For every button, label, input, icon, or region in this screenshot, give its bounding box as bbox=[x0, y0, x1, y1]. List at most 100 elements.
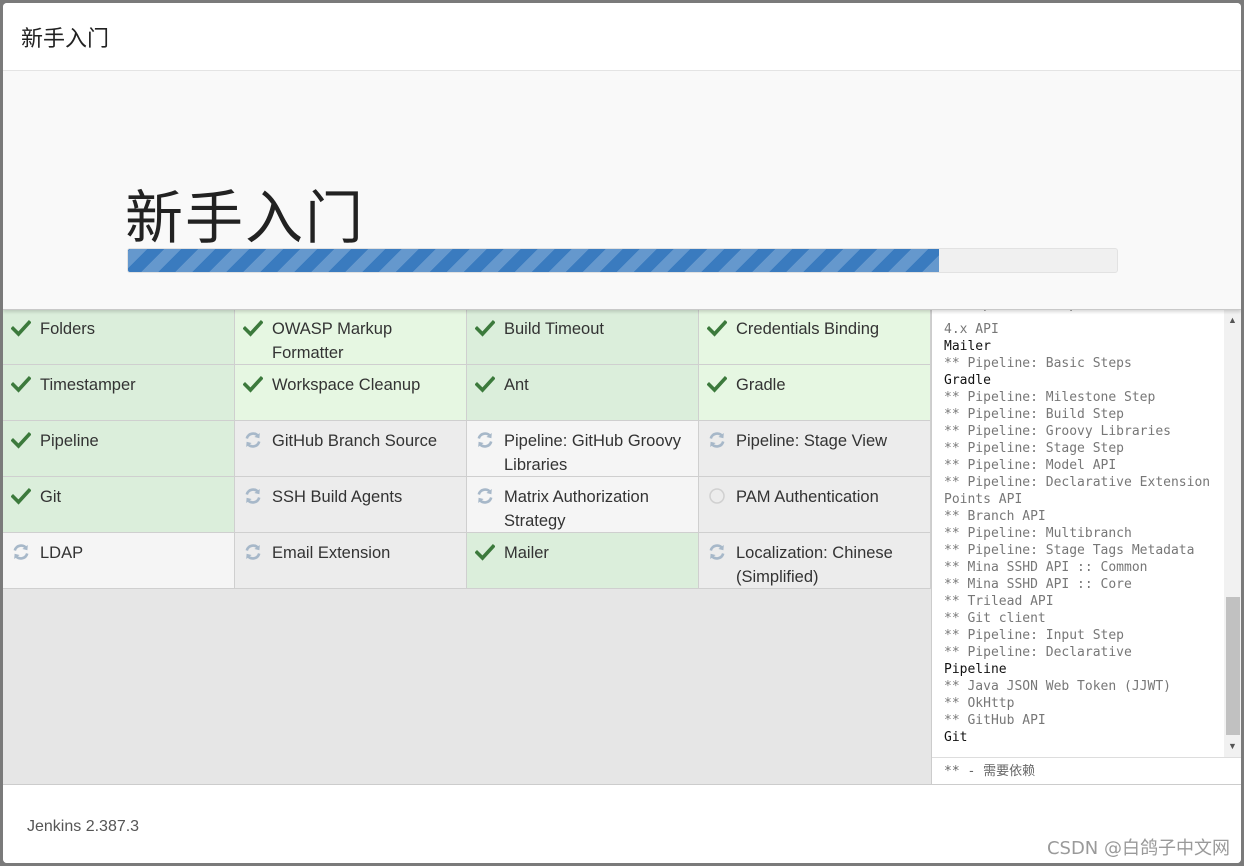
plugin-item: OWASP Markup Formatter bbox=[235, 309, 467, 365]
log-line: ** Pipeline: Declarative bbox=[944, 645, 1132, 660]
log-line: ** Pipeline: Groovy Libraries bbox=[944, 424, 1171, 439]
page-heading: 新手入门 bbox=[125, 184, 366, 252]
watermark: CSDN @白鸽子中文网 bbox=[1046, 838, 1230, 859]
hero-panel: 新手入门 bbox=[3, 71, 1241, 310]
log-line: ** OkHttp bbox=[944, 696, 1015, 711]
plugin-item: SSH Build Agents bbox=[235, 477, 467, 533]
refresh-icon bbox=[243, 542, 263, 562]
install-log-panel[interactable]: ** Pipeline: Step 4.x APIMailer** Pipeli… bbox=[931, 309, 1241, 784]
check-icon bbox=[10, 318, 32, 338]
log-line: ** Pipeline: Stage Step bbox=[944, 441, 1125, 456]
plugin-name: Build Timeout bbox=[504, 320, 604, 338]
check-icon bbox=[10, 430, 32, 450]
log-line: Mailer bbox=[944, 339, 991, 354]
plugin-name: Ant bbox=[504, 376, 529, 394]
scroll-up-icon[interactable]: ▲ bbox=[1228, 315, 1237, 325]
log-scrollbar[interactable]: ▲ ▼ bbox=[1224, 309, 1241, 757]
plugin-item: Mailer bbox=[467, 533, 699, 589]
plugin-item: PAM Authentication bbox=[699, 477, 931, 533]
log-line: ** Pipeline: Multibranch bbox=[944, 526, 1132, 541]
check-icon bbox=[10, 374, 32, 394]
jenkins-version: Jenkins 2.387.3 bbox=[27, 818, 140, 835]
check-icon bbox=[474, 374, 496, 394]
log-line: ** Pipeline: Basic Steps bbox=[944, 356, 1132, 371]
refresh-icon bbox=[243, 430, 263, 450]
plugin-item: Email Extension bbox=[235, 533, 467, 589]
install-progress-fill bbox=[128, 249, 939, 272]
plugin-name: Pipeline: GitHub Groovy Libraries bbox=[504, 432, 681, 474]
log-line: ** Java JSON Web Token (JJWT) bbox=[944, 679, 1171, 694]
log-legend: ** - 需要依赖 bbox=[932, 757, 1241, 784]
log-line: ** Mina SSHD API :: Common bbox=[944, 560, 1148, 575]
scroll-down-icon[interactable]: ▼ bbox=[1228, 741, 1237, 751]
check-icon bbox=[474, 318, 496, 338]
plugin-item: Folders bbox=[3, 309, 235, 365]
refresh-icon bbox=[11, 542, 31, 562]
plugin-name: Email Extension bbox=[272, 544, 391, 562]
plugin-name: Timestamper bbox=[40, 376, 136, 394]
log-line: ** Trilead API bbox=[944, 594, 1054, 609]
check-icon bbox=[10, 486, 32, 506]
plugin-item: LDAP bbox=[3, 533, 235, 589]
log-line: ** Git client bbox=[944, 611, 1046, 626]
plugin-item: Pipeline: Stage View bbox=[699, 421, 931, 477]
plugin-item: Workspace Cleanup bbox=[235, 365, 467, 421]
log-line: ** Pipeline: Build Step bbox=[944, 407, 1125, 422]
refresh-icon bbox=[707, 542, 727, 562]
plugin-item: Ant bbox=[467, 365, 699, 421]
plugin-item: Gradle bbox=[699, 365, 931, 421]
refresh-icon bbox=[707, 430, 727, 450]
log-line: Git bbox=[944, 730, 968, 745]
refresh-icon bbox=[475, 486, 495, 506]
plugin-name: PAM Authentication bbox=[736, 488, 879, 506]
setup-wizard-window: 新手入门 新手入门 Folders OWASP Markup Formatter B… bbox=[3, 3, 1241, 863]
check-icon bbox=[706, 318, 728, 338]
plugin-name: Git bbox=[40, 488, 62, 506]
log-line: Pipeline bbox=[944, 662, 1007, 677]
log-line: 4.x API bbox=[944, 322, 999, 337]
log-line: ** Pipeline: Declarative Extension Point… bbox=[944, 475, 1218, 507]
plugin-name: OWASP Markup Formatter bbox=[272, 320, 393, 362]
check-icon bbox=[706, 374, 728, 394]
plugin-name: GitHub Branch Source bbox=[272, 432, 438, 450]
plugin-name: Mailer bbox=[504, 544, 549, 562]
log-line: Gradle bbox=[944, 373, 991, 388]
check-icon bbox=[474, 542, 496, 562]
plugin-item: Localization: Chinese (Simplified) bbox=[699, 533, 931, 589]
log-line: ** Branch API bbox=[944, 509, 1046, 524]
plugin-name: Folders bbox=[40, 320, 96, 338]
log-line: ** Pipeline: Milestone Step bbox=[944, 390, 1156, 405]
plugin-item: Pipeline bbox=[3, 421, 235, 477]
plugin-name: SSH Build Agents bbox=[272, 488, 403, 506]
plugin-name: Localization: Chinese (Simplified) bbox=[736, 544, 893, 586]
check-icon bbox=[242, 318, 264, 338]
log-line: ** Pipeline: Stage Tags Metadata bbox=[944, 543, 1195, 558]
plugin-name: Pipeline: Stage View bbox=[736, 432, 888, 450]
plugin-install-area: Folders OWASP Markup Formatter Build Timeo… bbox=[3, 309, 1241, 784]
check-icon bbox=[242, 374, 264, 394]
plugin-item: Timestamper bbox=[3, 365, 235, 421]
circle-icon bbox=[707, 486, 727, 506]
scrollbar-thumb[interactable] bbox=[1226, 597, 1240, 735]
plugin-name: Gradle bbox=[736, 376, 786, 394]
plugin-item: Git bbox=[3, 477, 235, 533]
plugin-item: GitHub Branch Source bbox=[235, 421, 467, 477]
plugin-name: Pipeline bbox=[40, 432, 99, 450]
plugin-item: Credentials Binding bbox=[699, 309, 931, 365]
plugin-name: Matrix Authorization Strategy bbox=[504, 488, 649, 530]
log-line: ** Pipeline: Input Step bbox=[944, 628, 1125, 643]
plugin-item: Matrix Authorization Strategy bbox=[467, 477, 699, 533]
log-line: ** Pipeline: Model API bbox=[944, 458, 1117, 473]
wizard-title: 新手入门 bbox=[21, 26, 110, 52]
plugin-name: Credentials Binding bbox=[736, 320, 880, 338]
log-line: ** Mina SSHD API :: Core bbox=[944, 577, 1132, 592]
refresh-icon bbox=[243, 486, 263, 506]
install-progress-bar bbox=[127, 248, 1118, 273]
plugin-item: Build Timeout bbox=[467, 309, 699, 365]
refresh-icon bbox=[475, 430, 495, 450]
wizard-header: 新手入门 bbox=[3, 3, 1241, 71]
plugin-name: Workspace Cleanup bbox=[272, 376, 421, 394]
log-line: ** GitHub API bbox=[944, 713, 1046, 728]
install-log: 4.x API Mailer ** Pipeline: Basic Steps Gra… bbox=[944, 321, 1224, 746]
plugin-item: Pipeline: GitHub Groovy Libraries bbox=[467, 421, 699, 477]
